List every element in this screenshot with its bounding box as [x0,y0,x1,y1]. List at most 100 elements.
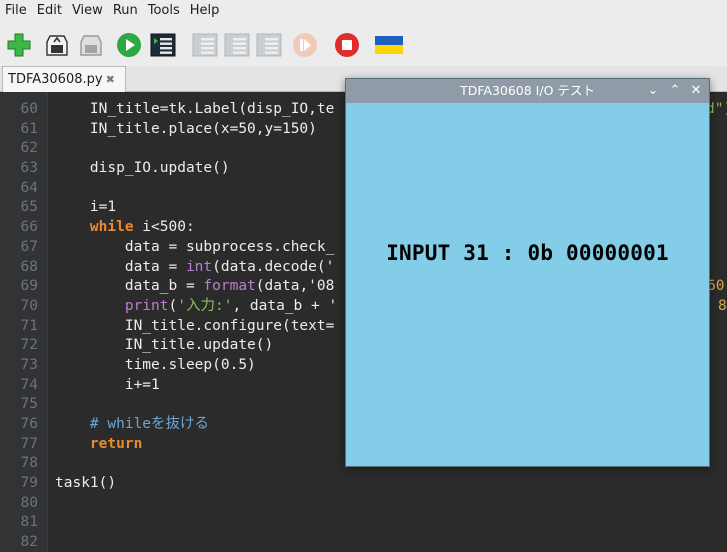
maximize-icon[interactable]: ⌃ [666,79,684,103]
code-token: IN_title.update() [55,337,274,354]
code-token: (data.decode(' [212,258,335,275]
code-text: time.sleep(0.5) [55,356,256,376]
code-text: data = subprocess.check_ [55,238,335,258]
line-number: 80 [20,494,38,511]
language-flag-button[interactable] [374,32,404,58]
tab-tdfa30608[interactable]: TDFA30608.py ✖ [2,66,126,92]
plus-icon [7,33,31,57]
code-token: ( [168,297,178,314]
code-token: format [203,278,256,295]
line-number: 77 [20,435,38,452]
code-text: IN_title.configure(text= [55,317,335,337]
line-number: 74 [20,376,38,393]
code-text: IN_title.update() [55,336,273,356]
code-text: # whileを抜ける [55,415,209,435]
code-text: i+=1 [55,376,160,396]
play-icon [117,33,141,57]
code-token: IN_title.configure(text= [55,317,335,334]
resume-icon [293,33,317,57]
code-token: task1() [55,475,117,492]
code-text: task1() [55,474,116,494]
menu-edit[interactable]: Edit [36,2,63,20]
stop-icon [335,33,359,57]
toolbar [0,26,727,64]
line-number: 68 [20,258,38,275]
code-text: return [55,435,142,455]
code-text: while i<500: [55,218,195,238]
open-file-button[interactable] [44,32,70,58]
step-out-icon [256,33,282,57]
line-number: 75 [20,396,38,413]
code-text: IN_title=tk.Label(disp_IO,te [55,100,334,120]
line-number: 72 [20,337,38,354]
code-token: IN_title=tk.Label(disp_IO,te [55,101,335,117]
thonny-ide-window: File Edit View Run Tools Help TDFA30608.… [0,0,727,552]
code-token: (data,'08 [255,278,335,295]
tab-close-icon[interactable]: ✖ [106,73,115,86]
save-file-button[interactable] [78,32,104,58]
menu-file[interactable]: File [4,2,28,20]
line-number: 76 [20,416,38,432]
ukraine-flag-icon [375,36,403,54]
step-into-button[interactable] [224,32,250,58]
step-into-icon [224,33,250,57]
menu-help[interactable]: Help [189,2,221,20]
code-line: 79 task1() [0,474,727,494]
resume-button[interactable] [292,32,318,58]
code-token: i=1 [55,199,117,216]
code-token: i+=1 [55,376,160,393]
stop-button[interactable] [334,32,360,58]
code-token: i<500: [133,219,195,236]
debug-button[interactable] [150,32,176,58]
line-number: 82 [20,534,38,551]
code-line: 80 [0,494,727,514]
code-token: return [89,435,143,452]
code-token: # whileを抜ける [89,416,210,432]
folder-icon [46,35,68,56]
code-text: i=1 [55,198,116,218]
line-number: 67 [20,238,38,255]
line-number: 78 [20,455,38,472]
line-number: 73 [20,356,38,373]
line-number: 70 [20,297,38,314]
code-token: disp_IO.update() [55,160,230,177]
code-token: '入力:' [177,297,233,314]
menu-view[interactable]: View [71,2,104,20]
code-token: while [89,219,134,236]
io-window-titlebar[interactable]: TDFA30608 I/O テスト ⌄ ⌃ ✕ [346,79,709,103]
save-icon [80,35,102,56]
line-number: 63 [20,160,38,177]
tab-label: TDFA30608.py [8,72,103,87]
code-token: time.sleep(0.5) [55,356,256,373]
code-token: IN_title.place(x=50,y=150) [55,120,317,137]
menu-bar: File Edit View Run Tools Help [0,0,727,22]
code-text: disp_IO.update() [55,159,230,179]
step-over-button[interactable] [192,32,218,58]
io-input-value: INPUT 31 : 0b 00000001 [386,241,669,265]
line-number: 60 [20,101,38,117]
code-token: data = [55,258,186,275]
code-token: data = subprocess.check_ [55,238,335,255]
debug-icon [150,33,176,57]
menu-tools[interactable]: Tools [147,2,181,20]
new-file-button[interactable] [6,32,32,58]
line-number: 64 [20,179,38,196]
line-number: 81 [20,514,38,531]
run-button[interactable] [116,32,142,58]
minimize-icon[interactable]: ⌄ [644,79,662,103]
close-icon[interactable]: ✕ [687,79,705,103]
line-number: 79 [20,475,38,492]
code-line: 82 [0,533,727,552]
step-out-button[interactable] [256,32,282,58]
io-test-window: TDFA30608 I/O テスト ⌄ ⌃ ✕ INPUT 31 : 0b 00… [345,78,710,467]
menu-run[interactable]: Run [112,2,139,20]
code-text: print('入力:', data_b + ' [55,297,337,317]
code-text: data_b = format(data,'08 [55,277,335,297]
code-text: data = int(data.decode(' [55,258,335,278]
code-token: print [124,297,169,314]
line-number: 61 [20,120,38,137]
line-number: 66 [20,219,38,236]
